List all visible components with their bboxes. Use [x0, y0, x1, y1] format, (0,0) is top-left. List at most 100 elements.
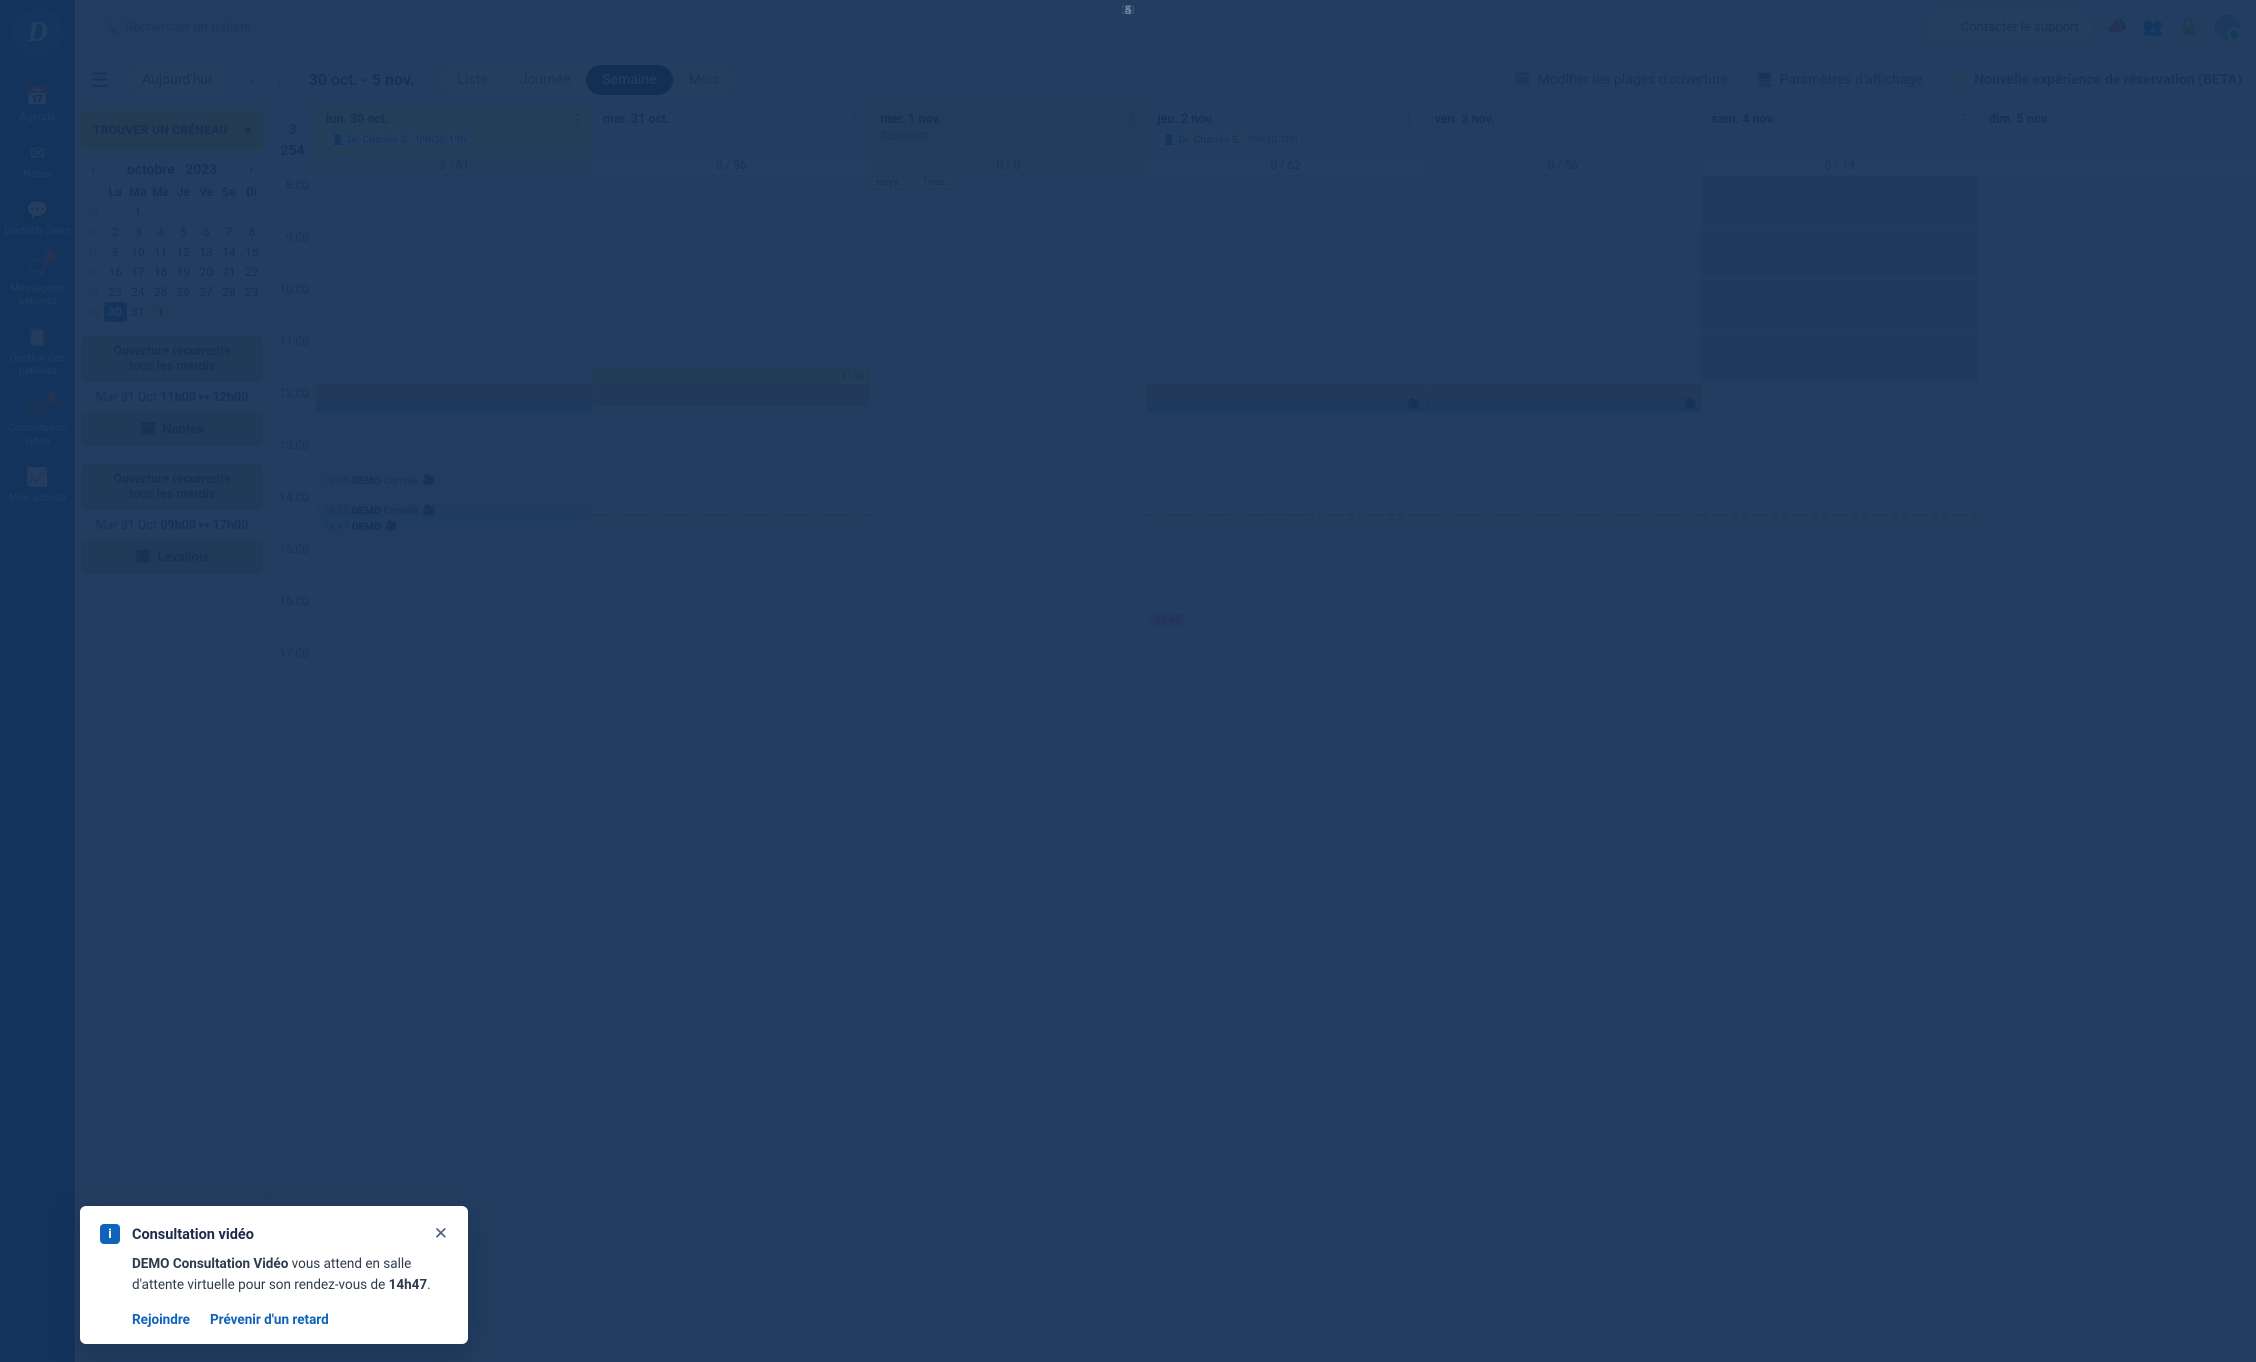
notify-delay-button[interactable]: Prévenir d'un retard: [210, 1312, 329, 1328]
search-input[interactable]: 🔍 Rechercher un patient: [89, 9, 609, 45]
calendar-cell[interactable]: [1425, 332, 1702, 384]
mini-cal-day[interactable]: 20: [195, 262, 218, 282]
calendar-cell[interactable]: [593, 384, 870, 436]
edit-openings-link[interactable]: 🗓 Modifier les plages d'ouverture: [1514, 72, 1728, 88]
mini-cal-day[interactable]: 11: [149, 242, 172, 262]
day-header-3[interactable]: jeu. 2 nov.👤Dr. Charles S… 09h30-10h⋮0 /…: [1147, 106, 1424, 176]
tab-chip[interactable]: ejzyy…: [872, 176, 908, 189]
day-menu-icon[interactable]: ⋮: [1402, 112, 1416, 128]
mini-cal-day[interactable]: 1: [127, 202, 150, 222]
mini-cal-day[interactable]: 3: [127, 222, 150, 242]
view-list[interactable]: Liste: [441, 65, 503, 95]
calendar-cell[interactable]: [1979, 436, 2256, 488]
calendar-cell[interactable]: [1425, 228, 1702, 280]
calendar-cell[interactable]: [1979, 332, 2256, 384]
mini-cal-day[interactable]: 31: [127, 302, 150, 322]
day-menu-icon[interactable]: ⋮: [570, 112, 584, 128]
calendar-cell[interactable]: [593, 228, 870, 280]
calendar-cell[interactable]: [1702, 540, 1979, 592]
calendar-cell[interactable]: [1702, 592, 1979, 644]
location-nantes-button[interactable]: 🗓 Nantes: [81, 412, 263, 446]
calendar-cell[interactable]: [1147, 176, 1424, 228]
tab-chip[interactable]: Tous…: [918, 176, 955, 189]
mini-cal-day[interactable]: 4: [149, 222, 172, 242]
day-menu-icon[interactable]: ⋮: [1956, 112, 1970, 128]
calendar-cell[interactable]: [1979, 176, 2256, 228]
view-week[interactable]: Semaine: [586, 65, 672, 95]
mini-cal-day[interactable]: 21: [218, 262, 241, 282]
calendar-cell[interactable]: [1979, 540, 2256, 592]
mini-cal-day[interactable]: 25: [149, 282, 172, 302]
calendar-cell[interactable]: [1979, 384, 2256, 436]
calendar-cell[interactable]: [1425, 176, 1702, 228]
view-day[interactable]: Journée: [504, 65, 587, 95]
menu-icon[interactable]: ☰: [85, 64, 115, 96]
calendar-cell[interactable]: [1425, 592, 1702, 644]
mini-cal-day[interactable]: 26: [172, 282, 195, 302]
calendar-cell[interactable]: [870, 592, 1147, 644]
rail-item-6[interactable]: 📈Mon activité: [0, 457, 75, 514]
calendar-cell[interactable]: [1979, 280, 2256, 332]
calendar-cell[interactable]: [1147, 540, 1424, 592]
mini-cal-day[interactable]: 14: [218, 242, 241, 262]
calendar-cell[interactable]: [1702, 332, 1979, 384]
calendar-cell[interactable]: [1425, 644, 1702, 696]
rail-item-4[interactable]: 📋Gestion des patients: [0, 317, 75, 387]
practitioner-chip[interactable]: 👤Dr. Charles S… 09h30-10h: [1157, 131, 1302, 148]
calendar-cell[interactable]: [593, 280, 870, 332]
calendar-cell[interactable]: [1147, 488, 1424, 540]
calendar-cell[interactable]: [870, 488, 1147, 540]
avatar[interactable]: [2212, 12, 2242, 42]
calendar-cell[interactable]: [1702, 176, 1979, 228]
calendar-cell[interactable]: [593, 436, 870, 488]
rail-item-0[interactable]: 📅Agenda: [0, 76, 75, 133]
day-header-1[interactable]: mar. 31 oct.⋮0 / 56: [593, 106, 870, 176]
mini-cal-day[interactable]: 13: [195, 242, 218, 262]
team-icon[interactable]: 👥: [2140, 17, 2166, 37]
mini-cal-day[interactable]: 6: [195, 222, 218, 242]
calendar-cell[interactable]: [870, 332, 1147, 384]
mini-cal-day[interactable]: 17: [127, 262, 150, 282]
calendar-cell[interactable]: [316, 176, 593, 228]
calendar-cell[interactable]: [1425, 436, 1702, 488]
calendar-cell[interactable]: [870, 228, 1147, 280]
day-menu-icon[interactable]: ⋮: [1124, 112, 1138, 128]
calendar-cell[interactable]: [870, 384, 1147, 436]
calendar-cell[interactable]: ejzyy… Tous…: [870, 176, 1147, 228]
day-header-6[interactable]: dim. 5 nov.⋮-: [1979, 106, 2256, 176]
rail-item-3[interactable]: 🗨1Messagerie patients: [0, 247, 75, 317]
day-menu-icon[interactable]: ⋮: [2233, 112, 2247, 128]
day-header-5[interactable]: sam. 4 nov.⋮0 / 19: [1702, 106, 1979, 176]
calendar-cell[interactable]: [1425, 488, 1702, 540]
calendar-cell[interactable]: [870, 644, 1147, 696]
slot-pill[interactable]: 16:45: [1149, 614, 1186, 627]
rail-item-2[interactable]: 💬Doctolib Team: [0, 190, 75, 247]
mini-cal-day[interactable]: 12: [172, 242, 195, 262]
day-header-4[interactable]: ven. 3 nov.⋮0 / 56: [1425, 106, 1702, 176]
day-menu-icon[interactable]: ⋮: [1679, 112, 1693, 128]
join-button[interactable]: Rejoindre: [132, 1312, 190, 1328]
calendar-cell[interactable]: [1425, 540, 1702, 592]
calendar-cell[interactable]: 14:30 DEMO Camille🎥14:47 DEMO🎥: [316, 488, 593, 540]
calendar-cell[interactable]: [316, 592, 593, 644]
calendar-cell[interactable]: 13:45 DEMO Camille🎥: [316, 436, 593, 488]
calendar-cell[interactable]: [316, 332, 593, 384]
mini-cal-day[interactable]: 7: [218, 222, 241, 242]
contact-support-button[interactable]: ❔ Contacter le support: [1924, 10, 2094, 44]
calendar-cell[interactable]: 🎥: [1425, 384, 1702, 436]
calendar-cell[interactable]: [593, 540, 870, 592]
mini-cal-day[interactable]: 18: [149, 262, 172, 282]
mini-cal-day[interactable]: 8: [240, 222, 263, 242]
calendar-cell[interactable]: [870, 540, 1147, 592]
next-week-button[interactable]: ›: [267, 71, 293, 89]
mini-cal-day[interactable]: 9: [104, 242, 127, 262]
appointment[interactable]: 14:47 DEMO🎥: [319, 518, 589, 534]
day-header-0[interactable]: lun. 30 oct.👤Dr. Charles S… 09h30-19h⋮3 …: [316, 106, 593, 176]
location-levallois-button[interactable]: 🗓 Levallois: [81, 540, 263, 574]
calendar-cell[interactable]: [593, 176, 870, 228]
calendar-cell[interactable]: [1147, 280, 1424, 332]
mini-cal-day[interactable]: 24: [127, 282, 150, 302]
display-settings-link[interactable]: 🖥 Paramètres d'affichage: [1756, 72, 1923, 88]
today-button[interactable]: Aujourd'hui: [125, 63, 229, 97]
calendar-cell[interactable]: [1702, 436, 1979, 488]
